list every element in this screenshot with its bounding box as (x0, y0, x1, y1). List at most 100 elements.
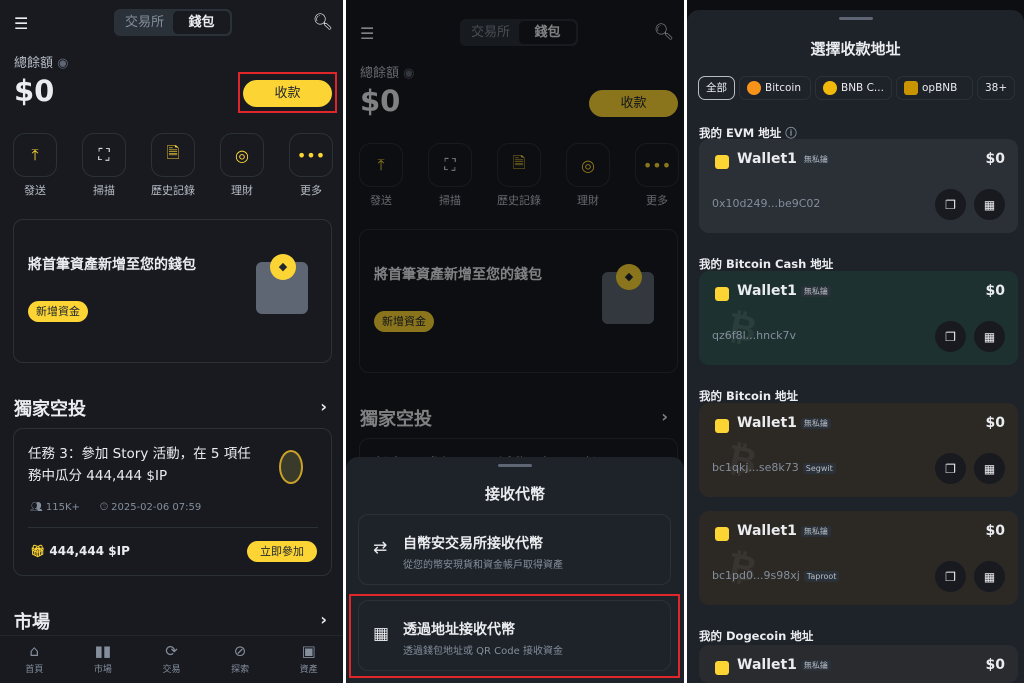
option-title: 自幣安交易所接收代幣 (403, 536, 543, 552)
mode-switch[interactable]: 交易所 錢包 (114, 9, 232, 36)
wallet-name: Wallet1 無私鑰 (737, 657, 831, 673)
qr-button[interactable]: ▦ (974, 189, 1005, 220)
wallet-value: $0 (985, 415, 1005, 431)
nav-home[interactable]: ⌂ 首頁 (0, 636, 69, 683)
highlight-box (238, 72, 337, 113)
wallet-address: bc1qkj...se8k73 Segwit (712, 461, 836, 474)
scan-button[interactable]: ⛶ (82, 133, 126, 177)
wallet-address: qz6f8l...hnck7v (712, 329, 797, 342)
wallet-icon (715, 287, 729, 301)
qr-button[interactable]: ▦ (974, 453, 1005, 484)
copy-button[interactable]: ❐ (935, 321, 966, 352)
add-funds-button[interactable]: 新增資金 (28, 301, 88, 322)
drag-handle[interactable] (498, 464, 532, 467)
market-heading: 市場 (14, 612, 50, 633)
receive-sheet: 接收代幣 ⇄ 自幣安交易所接收代幣 從您的幣安現貨和資金帳戶取得資產 ▦ 透過地… (346, 457, 684, 683)
action-label: 理財 (231, 184, 253, 197)
nav-trade[interactable]: ⟳ 交易 (137, 636, 206, 683)
address-card[interactable]: Wallet1 無私鑰 $0 0x10d249...be9C02 ❐ ▦ (699, 139, 1018, 233)
opbnb-icon (904, 81, 918, 95)
keyless-tag: 無私鑰 (800, 525, 831, 537)
clock-icon: 🕓︎ (100, 502, 108, 513)
chip-opbnb[interactable]: opBNB (896, 76, 973, 100)
history-button[interactable]: 🗎︎ (151, 133, 195, 177)
search-icon[interactable]: 🔍︎ (313, 12, 333, 31)
address-type-tag: Segwit (802, 462, 836, 474)
copy-button[interactable]: ❐ (935, 453, 966, 484)
wallet-value: $0 (985, 657, 1005, 673)
gift-icon: 🎁︎ (30, 544, 46, 558)
more-button[interactable]: ••• (289, 133, 333, 177)
wallet-icon (715, 661, 729, 675)
action-label: 掃描 (93, 184, 115, 197)
keyless-tag: 無私鑰 (800, 153, 831, 165)
earn-button[interactable]: ◎ (220, 133, 264, 177)
transfer-icon: ⇄ (373, 538, 388, 558)
sheet-title: 選擇收款地址 (810, 40, 901, 58)
wallet-value: $0 (985, 151, 1005, 167)
menu-icon[interactable]: ☰ (14, 14, 28, 33)
airdrop-heading: 獨家空投 (14, 399, 86, 420)
wallet-icon (715, 527, 729, 541)
qr-button[interactable]: ▦ (974, 321, 1005, 352)
network-filter: 全部 Bitcoin BNB C... opBNB 38+ (698, 76, 1016, 100)
wallet-icon (715, 419, 729, 433)
history-icon: 🗎︎ (166, 142, 180, 162)
sheet-title: 接收代幣 (484, 485, 545, 503)
wallet-value: $0 (985, 523, 1005, 539)
scan-icon: ⛶ (98, 145, 110, 164)
action-label: 更多 (300, 184, 322, 197)
info-icon[interactable]: ⓘ (785, 126, 797, 140)
tab-exchange[interactable]: 交易所 (116, 11, 173, 34)
wallet-name: Wallet1 無私鑰 (737, 151, 831, 167)
join-button[interactable]: 立即參加 (247, 541, 317, 562)
qr-button[interactable]: ▦ (974, 561, 1005, 592)
copy-icon: ❐ (945, 329, 956, 344)
address-card[interactable]: Wallet1 無私鑰 $0 (699, 645, 1018, 683)
chip-bitcoin[interactable]: Bitcoin (739, 76, 811, 100)
copy-button[interactable]: ❐ (935, 189, 966, 220)
bottom-nav: ⌂ 首頁 ▮▮ 市場 ⟳ 交易 ⊘ 探索 ▣ 資產 (0, 635, 343, 683)
balance-value: $0 (14, 74, 55, 108)
participants: 👥︎ 115K+ (30, 502, 80, 513)
reward: 🎁︎ 444,444 $IP (30, 544, 130, 558)
copy-icon: ❐ (945, 197, 956, 212)
nav-explore[interactable]: ⊘ 探索 (206, 636, 275, 683)
wallet-icon: ▣ (301, 642, 316, 660)
receive-from-exchange-option[interactable]: ⇄ 自幣安交易所接收代幣 從您的幣安現貨和資金帳戶取得資產 (358, 514, 671, 585)
bar-chart-icon: ▮▮ (94, 642, 112, 660)
tab-wallet[interactable]: 錢包 (173, 11, 230, 34)
copy-button[interactable]: ❐ (935, 561, 966, 592)
address-card[interactable]: ₿ Wallet1 無私鑰 $0 qz6f8l...hnck7v ❐ ▦ (699, 271, 1018, 365)
chip-more[interactable]: 38+ (977, 76, 1016, 100)
balance-label: 總餘額 ◉ (14, 56, 69, 71)
address-card[interactable]: ₿ Wallet1 無私鑰 $0 bc1qkj...se8k73 Segwit ❐ ▦ (699, 403, 1018, 497)
bitcoin-icon (747, 81, 761, 95)
wallet-icon (715, 155, 729, 169)
section-label: 我的 Dogecoin 地址 (699, 629, 814, 643)
eye-icon[interactable]: ◉ (57, 56, 68, 71)
drag-handle[interactable] (838, 17, 873, 20)
copy-icon: ❐ (945, 461, 956, 476)
keyless-tag: 無私鑰 (800, 659, 831, 671)
chevron-right-icon[interactable]: › (320, 610, 327, 629)
section-label: 我的 Bitcoin Cash 地址 (699, 257, 834, 271)
send-button[interactable]: ⤒ (13, 133, 57, 177)
chip-all[interactable]: 全部 (698, 76, 735, 100)
action-label: 發送 (24, 184, 46, 197)
bitcoin-watermark-icon: ₿ (722, 437, 761, 484)
nav-market[interactable]: ▮▮ 市場 (69, 636, 138, 683)
copy-icon: ❐ (945, 569, 956, 584)
address-card[interactable]: ₿ Wallet1 無私鑰 $0 bc1pd0...9s98xj Taproot ❐ ▦ (699, 511, 1018, 605)
home-icon: ⌂ (29, 642, 40, 660)
wallet-name: Wallet1 無私鑰 (737, 283, 831, 299)
qr-code-icon: ▦ (983, 569, 996, 584)
qr-code-icon: ▦ (983, 197, 996, 212)
section-label: 我的 Bitcoin 地址 (699, 389, 799, 403)
address-type-tag: Taproot (803, 570, 840, 582)
send-icon: ⤒ (31, 145, 39, 164)
chevron-right-icon[interactable]: › (320, 397, 327, 416)
users-icon: 👥︎ (30, 502, 43, 513)
nav-assets[interactable]: ▣ 資產 (274, 636, 343, 683)
chip-bnb-chain[interactable]: BNB C... (815, 76, 892, 100)
